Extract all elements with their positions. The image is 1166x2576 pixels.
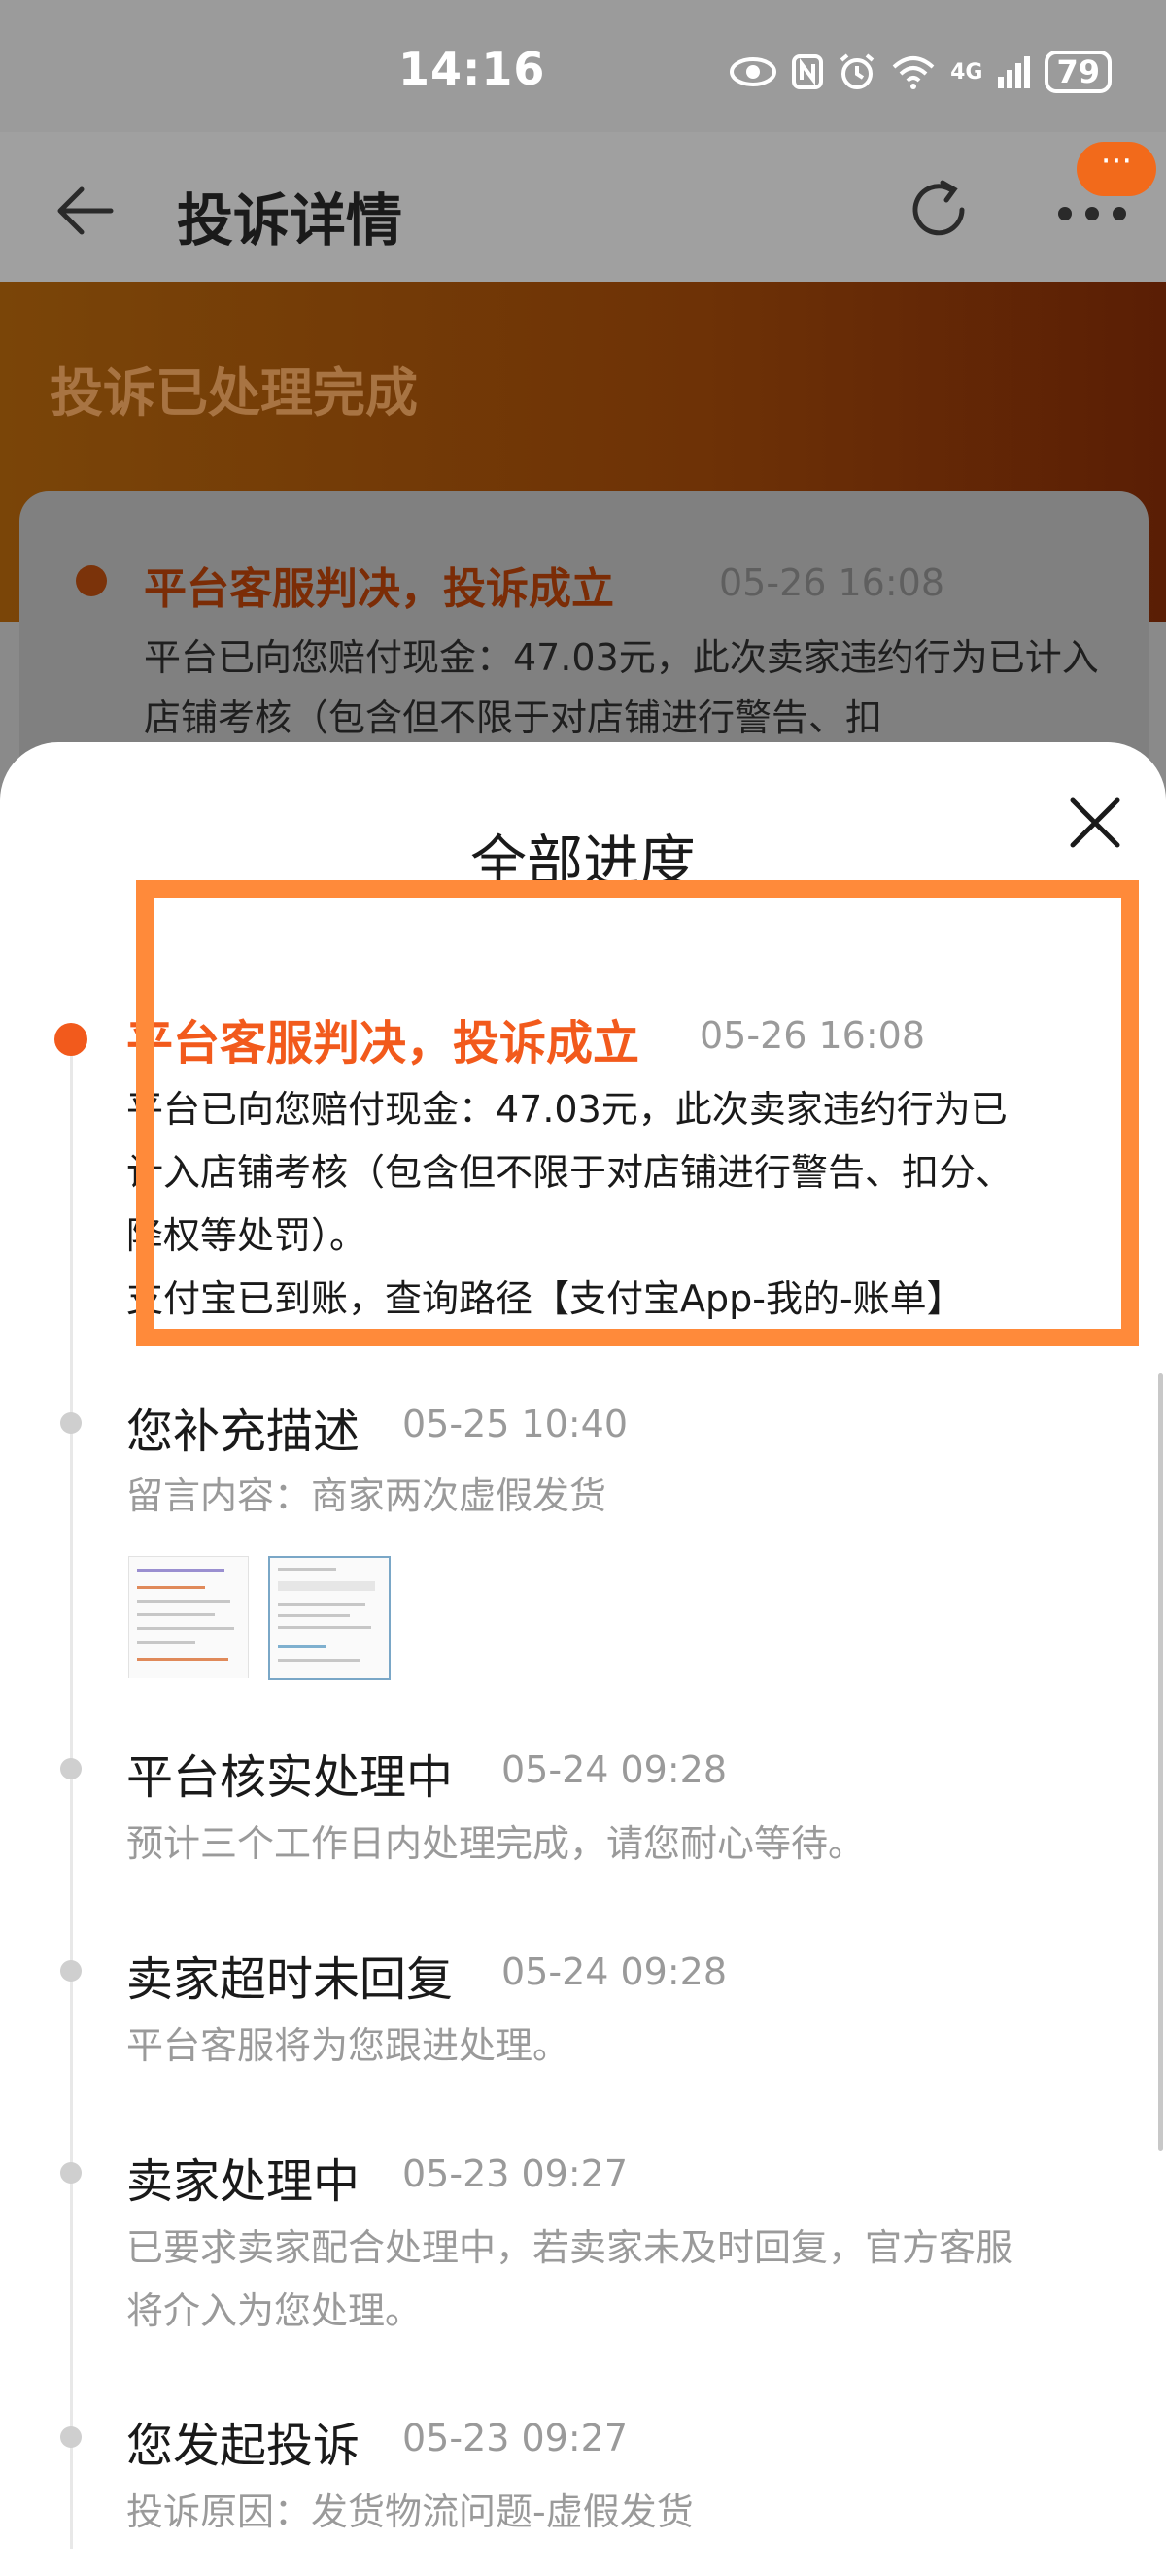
- desc-line: 将介入为您处理。: [126, 2289, 423, 2332]
- scrollbar[interactable]: [1158, 1373, 1163, 2151]
- signal-icon: [998, 56, 1031, 88]
- timeline-title: 您补充描述: [126, 1405, 360, 1459]
- timeline-time: 05-23 09:27: [402, 2417, 629, 2459]
- header-bar: 投诉详情: [0, 132, 1166, 282]
- progress-sheet: 全部进度 平台客服判决，投诉成立 05-26 16:08 平台已向您赔付现金：4…: [0, 742, 1166, 2576]
- timeline-desc: 投诉原因：发货物流问题-虚假发货: [126, 2491, 694, 2533]
- nfc-icon: [792, 54, 824, 89]
- timeline-dot: [60, 1758, 82, 1779]
- attachment-image-1[interactable]: [128, 1556, 249, 1678]
- battery-indicator: 79: [1045, 51, 1112, 93]
- timeline-title: 卖家超时未回复: [126, 1952, 454, 2007]
- desc-line: 已要求卖家配合处理中，若卖家未及时回复，官方客服: [126, 2226, 1013, 2269]
- timeline-time: 05-24 09:28: [501, 1950, 728, 1993]
- timeline-desc: 平台已向您赔付现金：47.03元，此次卖家违约行为已 计入店铺考核（包含但不限于…: [126, 1078, 1117, 1331]
- sheet-title: 全部进度: [469, 829, 696, 895]
- status-bar: 14:16 4G 79: [0, 0, 1166, 132]
- timeline-dot: [60, 1412, 82, 1434]
- complaint-status: 投诉已处理完成: [51, 362, 418, 424]
- timeline-line: [70, 1034, 73, 2549]
- card-title: 平台客服判决，投诉成立: [144, 564, 614, 614]
- timeline-time: 05-26 16:08: [700, 1014, 926, 1057]
- refresh-icon[interactable]: [900, 171, 977, 249]
- wifi-icon: [892, 56, 935, 89]
- timeline-time: 05-23 09:27: [402, 2152, 629, 2195]
- desc-line: 降权等处罚）。: [126, 1214, 367, 1257]
- timeline-time: 05-25 10:40: [402, 1403, 629, 1445]
- alarm-icon: [840, 53, 874, 89]
- timeline-dot: [60, 2162, 82, 2184]
- timeline-desc: 留言内容：商家两次虚假发货: [126, 1474, 607, 1517]
- desc-line: 计入店铺考核（包含但不限于对店铺进行警告、扣分、: [126, 1151, 1013, 1194]
- progress-dot: [76, 565, 107, 596]
- card-time: 05-26 16:08: [719, 561, 945, 604]
- desc-line: 支付宝已到账，查询路径【支付宝App-我的-账单】: [126, 1277, 964, 1320]
- timeline-title: 卖家处理中: [126, 2154, 360, 2209]
- status-icons: 4G 79: [729, 51, 1112, 93]
- timeline-dot: [60, 1960, 82, 1982]
- timeline-title: 您发起投诉: [126, 2419, 360, 2473]
- page-title: 投诉详情: [177, 187, 403, 254]
- back-arrow-icon[interactable]: [51, 177, 119, 245]
- desc-line: 平台已向您赔付现金：47.03元，此次卖家违约行为已: [126, 1088, 1008, 1131]
- status-time: 14:16: [398, 43, 546, 95]
- timeline-time: 05-24 09:28: [501, 1748, 728, 1791]
- timeline-dot: [60, 2426, 82, 2448]
- timeline-dot-active: [54, 1023, 87, 1056]
- eye-icon: [730, 57, 777, 86]
- timeline-title: 平台核实处理中: [126, 1750, 454, 1805]
- close-icon[interactable]: [1065, 793, 1125, 853]
- timeline-desc: 预计三个工作日内处理完成，请您耐心等待。: [126, 1822, 866, 1865]
- latest-progress-card: 平台客服判决，投诉成立 05-26 16:08 平台已向您赔付现金：47.03元…: [19, 491, 1149, 783]
- attachment-image-2[interactable]: [268, 1556, 391, 1680]
- card-text: 平台已向您赔付现金：47.03元，此次卖家违约行为已计入店铺考核（包含但不限于对…: [144, 636, 1099, 739]
- timeline-desc: 平台客服将为您跟进处理。: [126, 2024, 570, 2067]
- timeline-title: 平台客服判决，投诉成立: [126, 1016, 640, 1070]
- network-type: 4G: [950, 59, 983, 85]
- message-badge[interactable]: ···: [1077, 142, 1156, 196]
- timeline-desc: 已要求卖家配合处理中，若卖家未及时回复，官方客服 将介入为您处理。: [126, 2217, 1117, 2343]
